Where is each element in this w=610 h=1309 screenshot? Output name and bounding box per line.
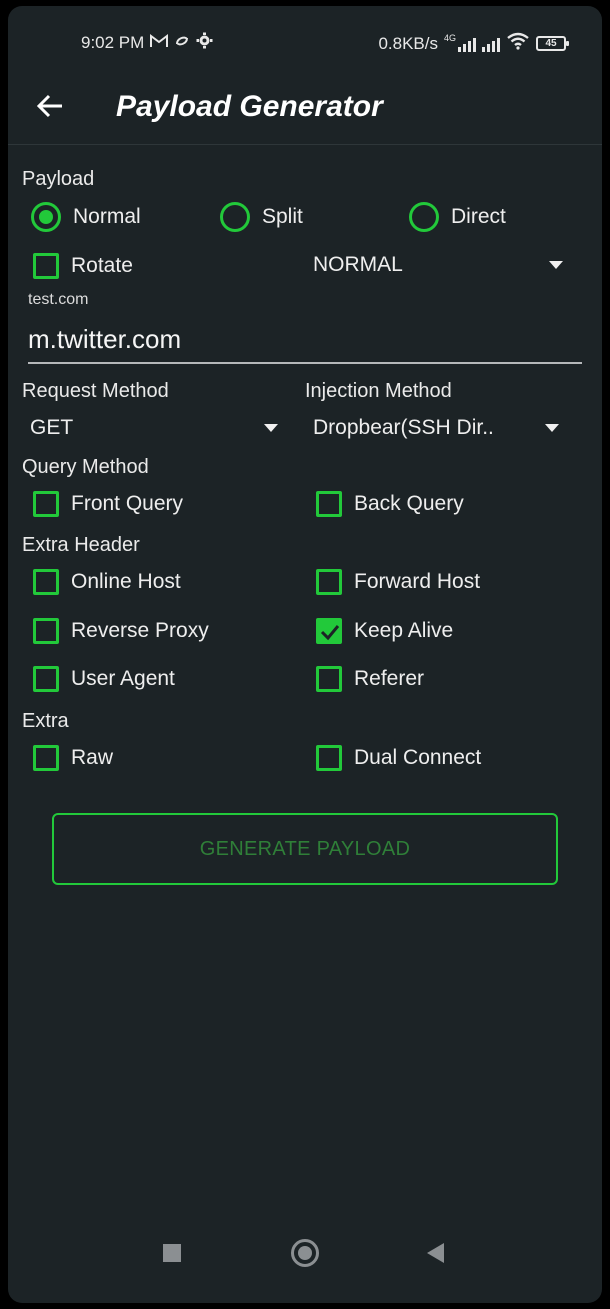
injection-method-label: Injection Method: [305, 380, 452, 402]
radio-split[interactable]: Split: [220, 202, 303, 232]
checkbox-icon: [316, 569, 342, 595]
checkbox-label: Forward Host: [354, 570, 481, 593]
network-type: 4G: [443, 32, 456, 43]
payload-label: Payload: [22, 168, 95, 190]
payload-mode-select[interactable]: NORMAL: [313, 253, 563, 277]
forward-host-checkbox[interactable]: Forward Host: [316, 569, 480, 595]
front-query-checkbox[interactable]: Front Query: [33, 491, 183, 517]
home-icon[interactable]: [291, 1239, 319, 1267]
checkbox-icon: [33, 745, 59, 771]
select-value: NORMAL: [313, 253, 403, 276]
checkbox-label: Dual Connect: [354, 746, 482, 769]
arrow-left-icon[interactable]: [34, 90, 66, 122]
checkbox-icon: [33, 569, 59, 595]
status-right: 0.8KB/s 4G 45: [378, 32, 569, 55]
signal-icon: [458, 36, 476, 52]
checkbox-label: Keep Alive: [354, 619, 454, 642]
clock: 9:02 PM: [81, 33, 145, 52]
select-value: GET: [30, 416, 74, 439]
app-screen: 9:02 PM 0.8KB/s 4G 45 Payload Generator …: [8, 6, 602, 1303]
settings-icon: [196, 32, 213, 54]
injection-method-select[interactable]: Dropbear(SSH Dir..: [313, 416, 559, 440]
dual-connect-checkbox[interactable]: Dual Connect: [316, 745, 481, 771]
keep-alive-checkbox[interactable]: Keep Alive: [316, 618, 453, 644]
checkmark-icon: [316, 618, 342, 644]
radio-label: Direct: [451, 205, 506, 228]
extra-header-label: Extra Header: [22, 534, 140, 556]
checkbox-label: Front Query: [71, 492, 184, 515]
checkbox-icon: [33, 666, 59, 692]
status-bar: 9:02 PM 0.8KB/s 4G 45: [8, 6, 602, 76]
rotate-checkbox[interactable]: Rotate: [33, 253, 133, 279]
checkbox-icon: [316, 491, 342, 517]
app-header: Payload Generator: [8, 76, 602, 142]
chevron-down-icon: [545, 424, 559, 432]
checkbox-icon: [316, 745, 342, 771]
checkbox-icon: [33, 491, 59, 517]
raw-checkbox[interactable]: Raw: [33, 745, 113, 771]
battery-icon: 45: [536, 36, 569, 51]
checkbox-icon: [316, 666, 342, 692]
checkbox-icon: [33, 253, 59, 279]
sync-icon: [174, 33, 190, 54]
select-value: Dropbear(SSH Dir..: [313, 416, 494, 439]
radio-label: Normal: [73, 205, 141, 228]
query-method-label: Query Method: [22, 456, 149, 478]
checkbox-label: Raw: [71, 746, 114, 769]
checkbox-label: Referer: [354, 667, 425, 690]
checkbox-icon: [33, 618, 59, 644]
checkbox-label: Back Query: [354, 492, 464, 515]
checkbox-label: Rotate: [71, 254, 133, 277]
host-input[interactable]: m.twitter.com: [28, 324, 582, 364]
page-title: Payload Generator: [116, 90, 383, 123]
radio-label: Split: [262, 205, 303, 228]
user-agent-checkbox[interactable]: User Agent: [33, 666, 175, 692]
header-divider: [8, 144, 602, 145]
chevron-down-icon: [264, 424, 278, 432]
request-method-select[interactable]: GET: [30, 416, 278, 440]
checkbox-label: User Agent: [71, 667, 175, 690]
referer-checkbox[interactable]: Referer: [316, 666, 424, 692]
checkbox-label: Reverse Proxy: [71, 619, 209, 642]
online-host-checkbox[interactable]: Online Host: [33, 569, 181, 595]
radio-normal[interactable]: Normal: [31, 202, 141, 232]
signal-icon-2: [482, 36, 500, 52]
wifi-icon: [506, 32, 530, 55]
gmail-icon: [150, 33, 169, 53]
nav-back-icon[interactable]: [427, 1243, 444, 1263]
request-method-label: Request Method: [22, 380, 169, 402]
radio-direct[interactable]: Direct: [409, 202, 506, 232]
radio-icon: [220, 202, 250, 232]
recent-apps-icon[interactable]: [163, 1244, 181, 1262]
net-speed: 0.8KB/s: [378, 33, 438, 53]
back-query-checkbox[interactable]: Back Query: [316, 491, 464, 517]
reverse-proxy-checkbox[interactable]: Reverse Proxy: [33, 618, 209, 644]
checkbox-label: Online Host: [71, 570, 181, 593]
radio-icon: [409, 202, 439, 232]
generate-payload-button[interactable]: GENERATE PAYLOAD: [52, 813, 558, 885]
host-hint: test.com: [28, 291, 89, 308]
extra-label: Extra: [22, 710, 69, 732]
status-left: 9:02 PM: [81, 32, 213, 54]
system-nav-bar: [8, 1223, 602, 1303]
chevron-down-icon: [549, 261, 563, 269]
radio-icon-selected: [31, 202, 61, 232]
